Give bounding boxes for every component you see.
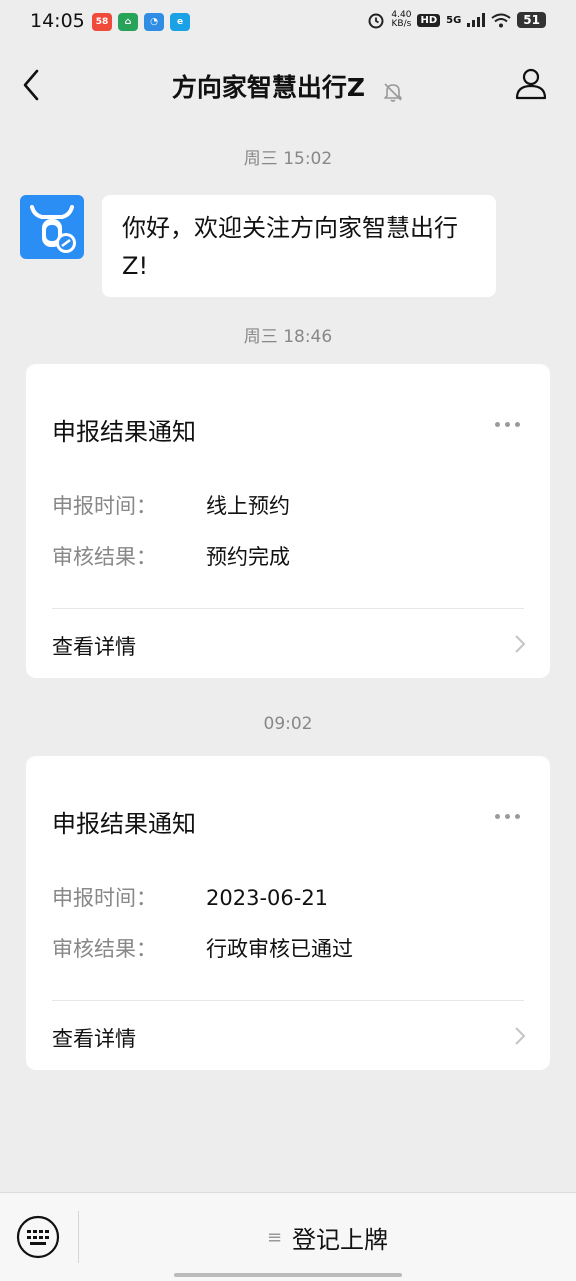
welcome-message-bubble[interactable]: 你好，欢迎关注方向家智慧出行 Z! (102, 195, 496, 297)
chat-header: 方向家智慧出行Z (0, 44, 576, 124)
official-account-avatar[interactable] (20, 195, 84, 259)
message-timestamp: 09:02 (263, 714, 313, 734)
profile-icon[interactable] (514, 66, 548, 100)
message-timestamp: 周三 15:02 (243, 149, 333, 169)
card-row: 审核结果： 行政审核已通过 (52, 933, 353, 963)
card-title: 申报结果通知 (52, 810, 196, 838)
battery-indicator: 51 (517, 12, 546, 28)
view-details-link[interactable]: 查看详情 (52, 631, 136, 661)
more-options-icon[interactable] (495, 814, 520, 819)
keyboard-icon[interactable] (16, 1215, 60, 1259)
page-title: 方向家智慧出行Z (171, 73, 366, 102)
message-timestamp: 周三 18:46 (243, 327, 333, 347)
row-value: 2023-06-21 (206, 886, 329, 910)
wifi-icon (491, 13, 511, 27)
row-value: 线上预约 (206, 494, 290, 518)
row-label: 审核结果： (52, 937, 157, 961)
app-home-icon: ⌂ (118, 13, 138, 31)
status-app-icons: 58 ⌂ ◔ e (92, 13, 190, 31)
home-indicator[interactable] (174, 1273, 402, 1277)
mute-bell-icon (384, 82, 402, 102)
menu-list-icon: ≡ (266, 1226, 283, 1248)
card-divider (52, 1000, 524, 1001)
menu-register-plate-button[interactable]: ≡ 登记上牌 (79, 1193, 576, 1281)
app-browser-icon: ◔ (144, 13, 164, 31)
header-title-wrap: 方向家智慧出行Z (0, 68, 576, 104)
chevron-right-icon (515, 635, 526, 653)
status-bar: 14:05 58 ⌂ ◔ e 4.40 KB/s HD 5G 51 (0, 0, 576, 44)
card-divider (52, 608, 524, 609)
card-title: 申报结果通知 (52, 418, 196, 446)
status-indicators: 4.40 KB/s HD 5G 51 (367, 11, 546, 29)
card-row: 申报时间： 2023-06-21 (52, 882, 328, 912)
row-label: 申报时间： (52, 494, 157, 518)
row-value: 预约完成 (206, 545, 290, 569)
scooter-logo-icon (30, 205, 76, 253)
net-speed-unit: KB/s (391, 19, 412, 29)
card-row: 审核结果： 预约完成 (52, 541, 290, 571)
chevron-right-icon (515, 1027, 526, 1045)
bottom-menu-bar: ≡ 登记上牌 (0, 1192, 576, 1281)
menu-label: 登记上牌 (292, 1225, 389, 1254)
app-58-icon: 58 (92, 13, 112, 31)
row-value: 行政审核已通过 (206, 937, 353, 961)
app-e-icon: e (170, 13, 190, 31)
status-time: 14:05 (30, 10, 85, 32)
card-row: 申报时间： 线上预约 (52, 490, 290, 520)
network-type: 5G (446, 14, 462, 26)
hd-badge: HD (417, 13, 441, 27)
row-label: 审核结果： (52, 545, 157, 569)
view-details-link[interactable]: 查看详情 (52, 1023, 136, 1053)
net-speed: 4.40 KB/s (391, 11, 411, 29)
row-label: 申报时间： (52, 886, 157, 910)
notification-card[interactable]: 申报结果通知 申报时间： 2023-06-21 审核结果： 行政审核已通过 查看详情 (26, 756, 550, 1070)
alarm-icon (368, 13, 384, 29)
more-options-icon[interactable] (495, 422, 520, 427)
notification-card[interactable]: 申报结果通知 申报时间： 线上预约 审核结果： 预约完成 查看详情 (26, 364, 550, 678)
signal-icon (467, 13, 486, 27)
